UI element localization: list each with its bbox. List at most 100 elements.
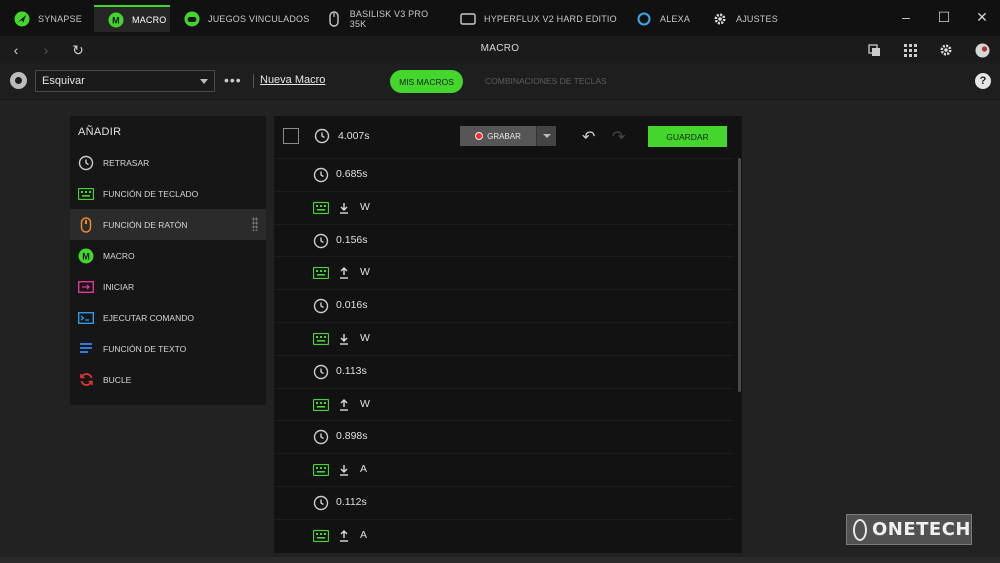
more-options-icon[interactable]: •••: [224, 72, 242, 88]
add-item-launch[interactable]: INICIAR: [70, 271, 266, 302]
mouse-icon: [326, 10, 342, 27]
tab-hyperflux[interactable]: HYPERFLUX V2 HARD EDITIO: [446, 5, 622, 32]
add-item-label: FUNCIÓN DE TECLADO: [103, 188, 199, 199]
key-step-row[interactable]: A: [274, 453, 734, 485]
key-step-row[interactable]: W: [274, 387, 734, 420]
clock-icon: [78, 155, 94, 171]
add-item-delay[interactable]: RETRASAR: [70, 147, 266, 178]
nav-bar: ‹ › ↻ MACRO: [0, 36, 1000, 63]
add-panel-title: AÑADIR: [78, 126, 122, 138]
add-item-label: MACRO: [103, 250, 135, 261]
divider: [253, 74, 254, 88]
delay-value: 0.113s: [336, 364, 367, 377]
key-step-row[interactable]: W: [274, 322, 734, 354]
apps-grid-icon[interactable]: [900, 40, 920, 60]
add-item-macro[interactable]: M MACRO: [70, 240, 266, 271]
add-item-mouse-function[interactable]: FUNCIÓN DE RATÓN: [70, 209, 266, 240]
device-icon[interactable]: [10, 72, 27, 89]
add-item-run-command[interactable]: EJECUTAR COMANDO: [70, 302, 266, 333]
window-mode-icon[interactable]: [864, 40, 884, 60]
tab-label: BASILISK V3 PRO 35K: [349, 8, 429, 29]
add-item-text-function[interactable]: FUNCIÓN DE TEXTO: [70, 333, 266, 364]
refresh-icon[interactable]: ↻: [68, 40, 88, 60]
tab-label: ALEXA: [660, 13, 691, 24]
keyboard-icon: [312, 200, 330, 216]
new-macro-link[interactable]: Nueva Macro: [260, 74, 325, 86]
loop-icon: [78, 372, 94, 388]
macro-m-icon: M: [78, 248, 94, 264]
clock-icon: [312, 233, 330, 249]
command-icon: [78, 310, 94, 326]
record-button[interactable]: GRABAR: [460, 126, 536, 146]
key-name: A: [360, 528, 368, 541]
key-step-row[interactable]: A: [274, 518, 734, 551]
delay-step-row[interactable]: 0.685s: [274, 158, 734, 190]
tab-linked-games[interactable]: JUEGOS VINCULADOS: [170, 5, 312, 32]
add-item-label: RETRASAR: [103, 157, 150, 168]
record-options-dropdown[interactable]: [536, 126, 556, 146]
select-all-checkbox[interactable]: [283, 128, 299, 144]
tab-macro[interactable]: M MACRO: [94, 5, 170, 32]
tab-label: AJUSTES: [736, 13, 778, 24]
drag-handle-icon[interactable]: [252, 217, 258, 231]
delay-step-row[interactable]: 0.112s: [274, 486, 734, 518]
add-item-label: BUCLE: [103, 374, 132, 385]
keyboard-icon: [78, 186, 94, 202]
minimize-icon[interactable]: –: [892, 6, 920, 28]
gamepad-icon: [184, 11, 200, 27]
save-button[interactable]: GUARDAR: [648, 126, 727, 147]
tab-settings[interactable]: AJUSTES: [698, 5, 790, 32]
delay-step-row[interactable]: 0.016s: [274, 289, 734, 321]
add-item-label: FUNCIÓN DE TEXTO: [103, 343, 187, 354]
tab-basilisk[interactable]: BASILISK V3 PRO 35K: [312, 5, 446, 32]
clock-icon: [312, 495, 330, 511]
watermark-logo-icon: [853, 518, 867, 541]
profile-avatar-icon[interactable]: [972, 40, 992, 60]
macro-editor-header: 4.007s GRABAR ↶ ↷ GUARDAR: [274, 116, 742, 158]
gear-icon: [712, 11, 728, 27]
redo-icon[interactable]: ↷: [612, 127, 625, 147]
key-step-row[interactable]: W: [274, 256, 734, 288]
key-up-icon: [338, 397, 350, 413]
mousepad-icon: [460, 11, 476, 27]
bottom-edge: [0, 557, 1000, 563]
help-icon[interactable]: ?: [975, 73, 991, 89]
text-icon: [78, 341, 94, 357]
add-item-loop[interactable]: BUCLE: [70, 364, 266, 395]
tab-key-combinations[interactable]: COMBINACIONES DE TECLAS: [485, 76, 607, 86]
tab-label: HYPERFLUX V2 HARD EDITIO: [484, 13, 617, 24]
app-tab-bar: SYNAPSE M MACRO JUEGOS VINCULADOS BASILI…: [0, 0, 1000, 36]
maximize-icon[interactable]: ☐: [930, 6, 958, 28]
tab-alexa[interactable]: ALEXA: [622, 5, 698, 32]
scrollbar[interactable]: [738, 158, 741, 392]
keyboard-icon: [312, 265, 330, 281]
close-icon[interactable]: ✕: [968, 6, 996, 28]
add-panel: AÑADIR RETRASAR FUNCIÓN DE TECLADO FUNCI…: [70, 116, 266, 405]
alexa-icon: [636, 11, 652, 27]
undo-icon[interactable]: ↶: [582, 127, 595, 147]
back-icon[interactable]: ‹: [6, 40, 26, 60]
clock-icon: [312, 429, 330, 445]
add-item-keyboard-function[interactable]: FUNCIÓN DE TECLADO: [70, 178, 266, 209]
delay-step-row[interactable]: 0.156s: [274, 223, 734, 256]
tab-my-macros[interactable]: MIS MACROS: [390, 70, 463, 93]
razer-logo-icon: [14, 11, 30, 27]
delay-step-row[interactable]: 0.113s: [274, 354, 734, 387]
macro-select[interactable]: Esquivar: [35, 70, 215, 92]
tab-synapse[interactable]: SYNAPSE: [0, 5, 92, 32]
keyboard-icon: [312, 528, 330, 544]
delay-step-row[interactable]: 0.898s: [274, 420, 734, 452]
add-item-label: FUNCIÓN DE RATÓN: [103, 219, 188, 230]
tab-label: SYNAPSE: [38, 13, 82, 24]
chevron-down-icon: [200, 79, 208, 84]
tab-label: MACRO: [132, 14, 167, 25]
initial-delay[interactable]: 4.007s: [338, 130, 370, 142]
key-step-row[interactable]: W: [274, 190, 734, 223]
watermark-text: ONETECH: [871, 519, 971, 540]
forward-icon[interactable]: ›: [36, 40, 56, 60]
settings-gear-icon[interactable]: [936, 40, 956, 60]
clock-icon: [312, 167, 330, 183]
macro-select-value: Esquivar: [42, 75, 85, 87]
macro-m-icon: M: [108, 12, 124, 28]
keyboard-icon: [312, 397, 330, 413]
